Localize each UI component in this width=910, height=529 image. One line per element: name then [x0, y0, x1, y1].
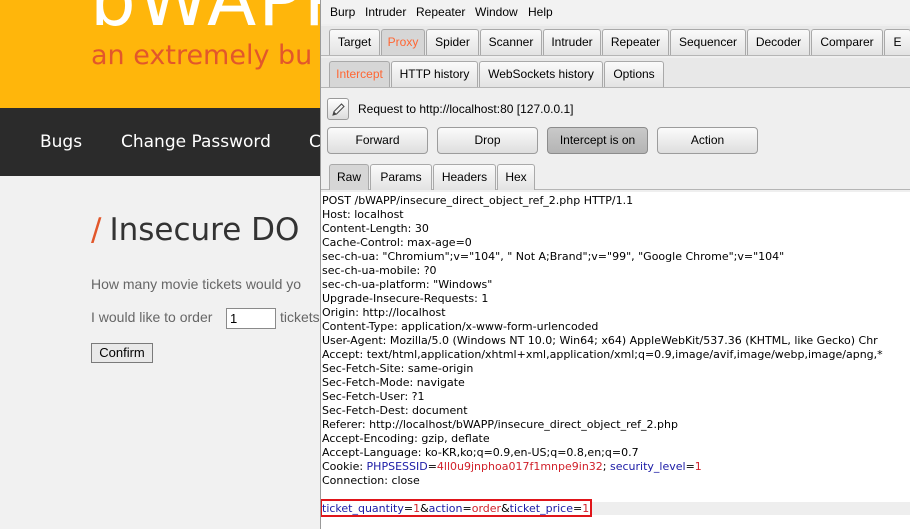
cookie-header-line: Cookie: PHPSESSID=4ll0u9jnphoa017f1mnpe9…: [322, 460, 702, 474]
menu-window[interactable]: Window: [475, 5, 518, 19]
cookie-value-phpsessid: 4ll0u9jnphoa017f1mnpe9in32: [436, 460, 603, 473]
body-highlight-box: [321, 499, 592, 517]
request-target: Request to http://localhost:80 [127.0.0.…: [358, 102, 574, 116]
bwapp-logo: bWAPP: [90, 0, 350, 42]
header-line: Sec-Fetch-Site: same-origin: [322, 362, 474, 375]
cookie-equals: =: [427, 460, 437, 473]
page-title-text: Insecure DO: [109, 212, 300, 248]
header-line: Sec-Fetch-Mode: navigate: [322, 376, 465, 389]
header-line: Host: localhost: [322, 208, 404, 221]
tab-comparer[interactable]: Comparer: [811, 29, 883, 55]
tab-proxy[interactable]: Proxy: [381, 29, 425, 55]
header-line: sec-ch-ua: "Chromium";v="104", " Not A;B…: [322, 250, 785, 263]
request-line: POST /bWAPP/insecure_direct_object_ref_2…: [322, 194, 634, 207]
header-line: Accept-Encoding: gzip, deflate: [322, 432, 490, 445]
confirm-button[interactable]: Confirm: [91, 343, 153, 363]
cookie-value-security-level: 1: [694, 460, 702, 473]
request-info: Request to http://localhost:80 [127.0.0.…: [321, 92, 910, 124]
menu-help[interactable]: Help: [528, 5, 553, 19]
tab-intruder[interactable]: Intruder: [543, 29, 601, 55]
tab-sequencer[interactable]: Sequencer: [670, 29, 746, 55]
header-line: Origin: http://localhost: [322, 306, 446, 319]
header-line: Content-Length: 30: [322, 222, 429, 235]
ticket-question: How many movie tickets would yo: [91, 276, 302, 292]
cookie-name-phpsessid: PHPSESSID: [366, 460, 428, 473]
cookie-name-security-level: security_level: [609, 460, 686, 473]
header-line: Sec-Fetch-User: ?1: [322, 390, 425, 403]
order-label: I would like to order: [91, 309, 213, 325]
intercept-toggle-button[interactable]: Intercept is on: [547, 127, 648, 154]
raw-request-editor[interactable]: POST /bWAPP/insecure_direct_object_ref_2…: [321, 192, 910, 529]
header-line: Accept-Language: ko-KR,ko;q=0.9,en-US;q=…: [322, 446, 639, 459]
tab-target[interactable]: Target: [329, 29, 380, 55]
bwapp-tagline: an extremely bu: [91, 40, 313, 71]
body-line-background: [592, 502, 910, 515]
drop-button[interactable]: Drop: [437, 127, 538, 154]
menu-repeater[interactable]: Repeater: [416, 5, 465, 19]
subtab-websockets-history[interactable]: WebSockets history: [479, 61, 603, 87]
connection-header-line: Connection: close: [322, 474, 420, 487]
message-view-tabs: Raw Params Headers Hex: [321, 162, 910, 190]
tab-spider[interactable]: Spider: [426, 29, 479, 55]
tab-scanner[interactable]: Scanner: [480, 29, 542, 55]
header-line: Upgrade-Insecure-Requests: 1: [322, 292, 489, 305]
header-line: sec-ch-ua-platform: "Windows": [322, 278, 493, 291]
page-title: / Insecure DO: [91, 212, 299, 248]
menu-burp[interactable]: Burp: [330, 5, 355, 19]
cookie-label: Cookie:: [322, 460, 367, 473]
viewtab-headers[interactable]: Headers: [433, 164, 496, 190]
subtab-http-history[interactable]: HTTP history: [391, 61, 478, 87]
pencil-icon[interactable]: [327, 98, 349, 120]
header-line: Accept: text/html,application/xhtml+xml,…: [322, 348, 883, 361]
header-line: Sec-Fetch-Dest: document: [322, 404, 468, 417]
tickets-label: tickets: [280, 309, 320, 325]
main-tabs: Target Proxy Spider Scanner Intruder Rep…: [321, 26, 910, 56]
ticket-quantity-input[interactable]: 1: [226, 308, 276, 329]
burp-window: Burp Intruder Repeater Window Help Targe…: [320, 0, 910, 529]
menu-intruder[interactable]: Intruder: [365, 5, 406, 19]
subtab-intercept[interactable]: Intercept: [329, 61, 390, 87]
tab-extender[interactable]: E: [884, 29, 910, 55]
tab-repeater[interactable]: Repeater: [602, 29, 669, 55]
subtab-options[interactable]: Options: [604, 61, 664, 87]
header-line: User-Agent: Mozilla/5.0 (Windows NT 10.0…: [322, 334, 878, 347]
title-slash: /: [91, 212, 102, 248]
proxy-subtabs: Intercept HTTP history WebSockets histor…: [321, 58, 910, 88]
forward-button[interactable]: Forward: [327, 127, 428, 154]
viewtab-hex[interactable]: Hex: [497, 164, 535, 190]
cookie-equals: =: [685, 460, 695, 473]
header-line: Content-Type: application/x-www-form-url…: [322, 320, 599, 333]
nav-change-password[interactable]: Change Password: [121, 132, 271, 152]
cookie-separator: ;: [602, 460, 610, 473]
header-line: Referer: http://localhost/bWAPP/insecure…: [322, 418, 678, 431]
header-line: Cache-Control: max-age=0: [322, 236, 472, 249]
nav-bugs[interactable]: Bugs: [40, 132, 82, 152]
action-button[interactable]: Action: [657, 127, 758, 154]
header-line: sec-ch-ua-mobile: ?0: [322, 264, 437, 277]
viewtab-params[interactable]: Params: [370, 164, 432, 190]
viewtab-raw[interactable]: Raw: [329, 164, 369, 190]
menu-bar: Burp Intruder Repeater Window Help: [321, 0, 910, 24]
tab-decoder[interactable]: Decoder: [747, 29, 810, 55]
